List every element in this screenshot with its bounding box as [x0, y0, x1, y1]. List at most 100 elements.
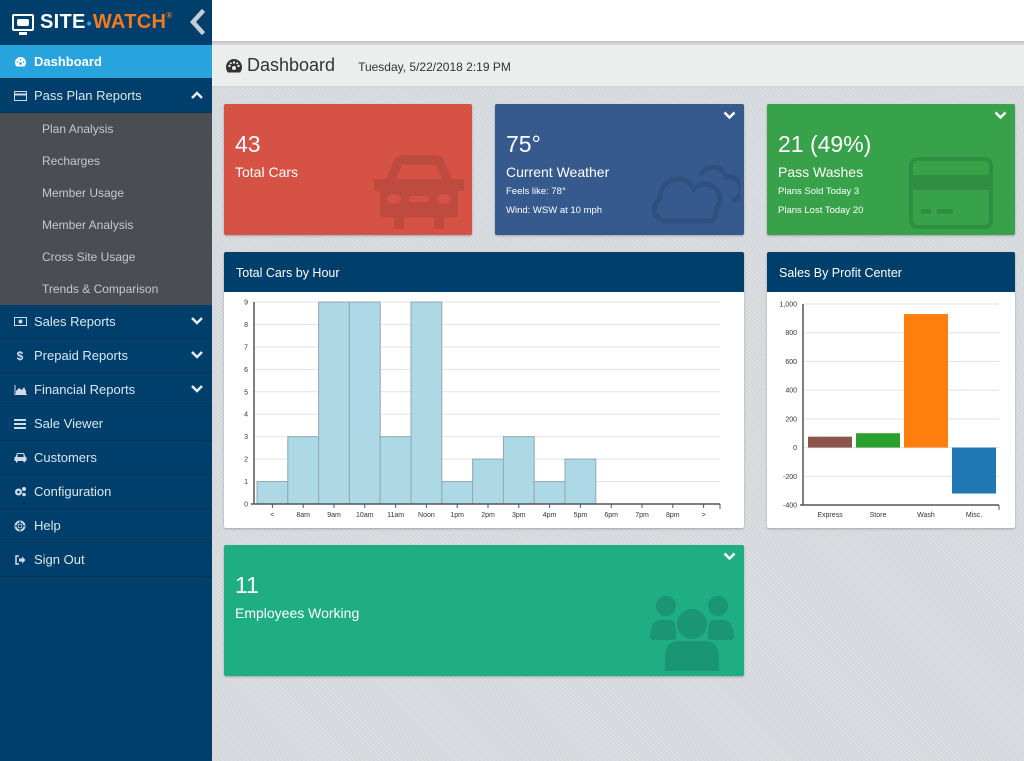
- weather-tile[interactable]: 75° Current Weather Feels like: 78° Wind…: [495, 104, 744, 235]
- bar: [533, 481, 566, 505]
- bar: [318, 301, 350, 505]
- sidebar-item-prepaid-reports[interactable]: $ Prepaid Reports: [0, 339, 212, 373]
- total-cars-tile[interactable]: 43 Total Cars: [224, 104, 472, 235]
- dashboard-icon: [225, 58, 243, 72]
- sidebar-item-label: Pass Plan Reports: [34, 88, 142, 103]
- x-tick-label: 7pm: [635, 512, 649, 519]
- pass-washes-value: 21 (49%): [778, 131, 872, 157]
- bar: [564, 458, 597, 505]
- x-tick-label: Store: [870, 512, 887, 519]
- sidebar-item-label: Financial Reports: [34, 382, 136, 397]
- page-header: Dashboard Tuesday, 5/22/2018 2:19 PM: [212, 45, 1024, 87]
- sidebar-item-label: Prepaid Reports: [34, 348, 128, 363]
- bar: [808, 436, 852, 448]
- sidebar-item-label: Dashboard: [34, 54, 102, 69]
- cars-by-hour-title: Total Cars by Hour: [224, 252, 744, 292]
- x-tick-label: 8pm: [666, 512, 680, 519]
- x-tick-label: 8am: [296, 512, 310, 519]
- sidebar-item-sign-out[interactable]: Sign Out: [0, 543, 212, 577]
- bar: [502, 436, 535, 505]
- x-tick-label: >: [702, 512, 706, 519]
- page-title: Dashboard: [247, 55, 336, 75]
- logo: SITE•WATCH®: [0, 0, 212, 45]
- sidebar-item-label: Help: [34, 518, 61, 533]
- x-tick-label: 11am: [387, 512, 404, 519]
- submenu-item-plan-analysis[interactable]: Plan Analysis: [0, 113, 212, 145]
- y-tick-label: 0: [244, 502, 248, 509]
- bar: [379, 436, 412, 505]
- sidebar-item-pass-plan-reports[interactable]: Pass Plan Reports: [0, 79, 212, 113]
- total-cars-value: 43: [235, 131, 261, 157]
- y-tick-label: 800: [785, 330, 797, 337]
- sidebar-collapse-button[interactable]: [188, 8, 206, 36]
- sidebar-item-dashboard[interactable]: Dashboard: [0, 45, 212, 79]
- bar: [441, 481, 474, 505]
- bar: [256, 481, 289, 505]
- y-tick-label: 6: [244, 367, 248, 374]
- y-tick-label: 8: [244, 322, 248, 329]
- x-tick-label: 6pm: [604, 512, 618, 519]
- y-tick-label: 1,000: [779, 302, 797, 309]
- sidebar-item-label: Sales Reports: [34, 314, 116, 329]
- sidebar-item-sales-reports[interactable]: Sales Reports: [0, 305, 212, 339]
- y-tick-label: 7: [244, 344, 248, 351]
- y-tick-label: 1: [244, 479, 248, 486]
- chevron-down-icon[interactable]: [723, 111, 736, 120]
- pass-washes-label: Pass Washes: [778, 164, 864, 180]
- bar: [287, 436, 320, 505]
- employees-working-value: 11: [235, 572, 259, 598]
- x-tick-label: 4pm: [543, 512, 557, 519]
- sidebar-item-customers[interactable]: Customers: [0, 441, 212, 475]
- submenu-item-cross-site-usage[interactable]: Cross Site Usage: [0, 241, 212, 273]
- bar: [348, 301, 381, 505]
- x-tick-label: 5pm: [574, 512, 588, 519]
- x-tick-label: 3pm: [512, 512, 526, 519]
- cloud-icon: [651, 165, 740, 224]
- sidebar-item-label: Sale Viewer: [34, 416, 104, 431]
- employees-working-label: Employees Working: [235, 605, 360, 621]
- sales-profit-center-title: Sales By Profit Center: [767, 252, 1015, 292]
- sidebar-item-configuration[interactable]: Configuration: [0, 475, 212, 509]
- submenu-item-trends-comparison[interactable]: Trends & Comparison: [0, 273, 212, 305]
- logo-text: SITE•WATCH®: [40, 11, 173, 33]
- y-tick-label: 9: [244, 300, 248, 307]
- y-tick-label: 200: [785, 416, 797, 423]
- employees-working-tile[interactable]: 11 Employees Working: [224, 545, 744, 676]
- weather-wind: Wind: WSW at 10 mph: [506, 205, 603, 216]
- x-tick-label: Express: [817, 512, 843, 519]
- y-tick-label: -400: [783, 503, 797, 510]
- chevron-down-icon[interactable]: [723, 552, 736, 561]
- submenu-item-member-analysis[interactable]: Member Analysis: [0, 209, 212, 241]
- sidebar-item-sale-viewer[interactable]: Sale Viewer: [0, 407, 212, 441]
- x-tick-label: Wash: [917, 512, 935, 519]
- y-tick-label: 600: [785, 359, 797, 366]
- x-tick-label: Misc.: [966, 512, 982, 519]
- bar: [410, 301, 443, 505]
- bar: [952, 447, 996, 494]
- submenu-item-recharges[interactable]: Recharges: [0, 145, 212, 177]
- x-tick-label: 9am: [327, 512, 341, 519]
- list-icon: [13, 417, 27, 431]
- cars-by-hour-chart: 0 1 2 3 4 5 6 7 8 9 < 8am 9am 10am 11am Noon 1pm 2pm 3pm 4p…: [244, 300, 721, 519]
- money-icon: [13, 315, 27, 329]
- monitor-car-icon: [12, 14, 34, 35]
- dashboard-content: 43 Total Cars 75° Current Weather Feels …: [212, 88, 1024, 761]
- chevron-left-icon: [189, 8, 206, 36]
- y-tick-label: 2: [244, 457, 248, 464]
- y-tick-label: 0: [793, 445, 797, 452]
- sidebar-item-label: Sign Out: [34, 552, 85, 567]
- chevron-down-icon[interactable]: [994, 111, 1007, 120]
- car-icon: [374, 155, 464, 229]
- submenu-item-member-usage[interactable]: Member Usage: [0, 177, 212, 209]
- y-tick-label: 3: [244, 434, 248, 441]
- sign-out-icon: [13, 553, 27, 567]
- total-cars-label: Total Cars: [235, 164, 299, 180]
- sidebar-item-financial-reports[interactable]: Financial Reports: [0, 373, 212, 407]
- dollar-icon: $: [16, 348, 24, 363]
- sidebar-item-help[interactable]: Help: [0, 509, 212, 543]
- y-tick-label: 4: [244, 412, 248, 419]
- x-tick-label: <: [270, 512, 274, 519]
- pass-washes-tile[interactable]: 21 (49%) Pass Washes Plans Sold Today 3 …: [767, 104, 1015, 235]
- x-tick-label: 2pm: [481, 512, 495, 519]
- chevron-down-icon: [191, 317, 203, 325]
